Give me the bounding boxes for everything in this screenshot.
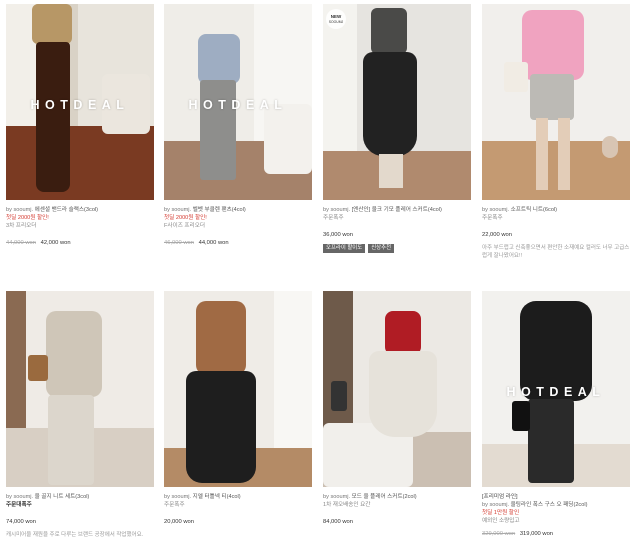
original-price: 46,000 won xyxy=(164,240,194,247)
hotdeal-overlay: HOTDEAL xyxy=(188,98,288,112)
product-name[interactable]: by sooumj. 에센셜 밴드라 슬랙스(3col) xyxy=(6,206,154,214)
product-image[interactable] xyxy=(164,291,312,487)
product-image[interactable] xyxy=(6,291,154,487)
brand-label: by sooumj. xyxy=(482,502,510,509)
product-card[interactable]: by sooumj. 지엘 터틀넥 티(4col) 주문폭주 20,000 wo… xyxy=(164,291,312,527)
original-price: 44,000 won xyxy=(6,240,36,247)
hotdeal-overlay: HOTDEAL xyxy=(30,98,130,112)
price-row: 36,000 won xyxy=(323,231,471,239)
product-name[interactable]: by sooumj. 모드 울 플레어 스커트(2col) xyxy=(323,493,471,501)
product-image[interactable]: HOTDEAL xyxy=(164,4,312,200)
product-grid: HOTDEAL by sooumj. 에센셜 밴드라 슬랙스(3col) 첫딜 … xyxy=(0,0,640,549)
product-name[interactable]: by sooumj. [엔산인] 울크 기모 플레어 스커트(4col) xyxy=(323,206,471,214)
product-image[interactable] xyxy=(323,291,471,487)
brand-label: by sooumj. xyxy=(323,207,351,213)
product-desc: 주문폭주 xyxy=(164,502,185,509)
product-note: 아주 부드럽고 신축좋으면서 편안한 소재예요 컬러도 너무 고급스럽게 잘나왔… xyxy=(482,244,630,259)
product-image[interactable]: NEW SOOUMJ xyxy=(323,4,471,200)
product-name[interactable]: by sooumj. 지엘 터틀넥 티(4col) xyxy=(164,493,312,501)
price-row: 22,000 won xyxy=(482,231,630,239)
product-name[interactable]: by sooumj. 울 골지 니트 세트(3col) xyxy=(6,493,154,501)
brand-label: by sooumj. xyxy=(6,494,34,500)
promo-text: 첫딜 2000원 할인! xyxy=(164,215,207,222)
product-card[interactable]: HOTDEAL [프리미엄 라인] by sooumj. 울팅라인 폭스 구스 … xyxy=(482,291,630,539)
product-note: 캐시미어울 재원을 주로 다루는 브랜드 공장에서 작업했어요. xyxy=(6,531,144,538)
product-image[interactable] xyxy=(482,4,630,200)
svg-text:SOOUMJ: SOOUMJ xyxy=(329,20,344,24)
promo-text: 첫딜 2000원 할인! xyxy=(6,215,49,222)
product-name-link[interactable]: [엔산인] 울크 기모 플레어 스커트(4col) xyxy=(352,207,442,213)
product-name[interactable]: [프리미엄 라인] by sooumj. 울팅라인 폭스 구스 오 패딩(2co… xyxy=(482,493,630,509)
product-card[interactable]: HOTDEAL by sooumj. 벨벳 부클렌 팬츠(4col) 첫딜 20… xyxy=(164,4,312,248)
product-card[interactable]: HOTDEAL by sooumj. 에센셜 밴드라 슬랙스(3col) 첫딜 … xyxy=(6,4,154,248)
tag-badge: 신상추천 xyxy=(368,243,395,254)
product-name-link[interactable]: 울팅라인 폭스 구스 오 패딩(2col) xyxy=(511,502,588,508)
product-image[interactable]: HOTDEAL xyxy=(482,291,630,487)
sale-price: 20,000 won xyxy=(164,519,194,526)
svg-text:NEW: NEW xyxy=(331,14,342,19)
product-name[interactable]: by sooumj. 벨벳 부클렌 팬츠(4col) xyxy=(164,206,312,214)
product-desc: 1차 재오배송인 요간 xyxy=(323,502,371,509)
product-name-link[interactable]: 벨벳 부클렌 팬츠(4col) xyxy=(193,207,246,213)
sale-price: 319,000 won xyxy=(519,531,554,538)
brand-label: by sooumj. xyxy=(164,207,192,213)
sale-price: 74,000 won xyxy=(6,519,36,526)
product-name-link[interactable]: 에센셜 밴드라 슬랙스(3col) xyxy=(35,207,98,213)
product-card[interactable]: by sooumj. 모드 울 플레어 스커트(2col) 1차 재오배송인 요… xyxy=(323,291,471,527)
product-name-link[interactable]: 울 골지 니트 세트(3col) xyxy=(35,494,90,500)
product-card[interactable]: NEW SOOUMJ by sooumj. [엔산인] 울크 기모 플레어 스커트… xyxy=(323,4,471,254)
price-row: 46,000 won 44,000 won xyxy=(164,239,312,247)
sale-price: 36,000 won xyxy=(323,232,353,239)
sale-price: 42,000 won xyxy=(40,240,71,247)
tag-list: 오프라이 할이도 신상추천 xyxy=(323,243,471,254)
product-name-link[interactable]: 모드 울 플레어 스커트(2col) xyxy=(352,494,417,500)
product-desc: 주문폭주 xyxy=(323,215,344,222)
tag-badge: 오프라이 할이도 xyxy=(323,243,366,254)
sale-price: 44,000 won xyxy=(198,240,229,247)
product-desc: F사이즈 프리오더 xyxy=(164,223,205,230)
product-desc: 예외인 소량입고 xyxy=(482,518,520,525)
hotdeal-overlay: HOTDEAL xyxy=(506,385,606,399)
promo-text: 첫딜 1만원 할인 xyxy=(482,510,520,517)
brand-label: by sooumj. xyxy=(164,494,192,500)
product-name[interactable]: by sooumj. 소프트틱 니트(6col) xyxy=(482,206,630,214)
product-image[interactable]: HOTDEAL xyxy=(6,4,154,200)
original-price: 329,000 won xyxy=(482,531,516,538)
product-desc: 주문폭주 xyxy=(482,215,503,222)
brand-label: by sooumj. xyxy=(323,494,351,500)
price-row: 44,000 won 42,000 won xyxy=(6,239,154,247)
brand-label: by sooumj. xyxy=(6,207,34,213)
sale-price: 84,000 won xyxy=(323,519,353,526)
product-card[interactable]: by sooumj. 울 골지 니트 세트(3col) 주문대폭주 74,000… xyxy=(6,291,154,539)
premium-line-label: [프리미엄 라인] xyxy=(482,494,518,500)
product-name-link[interactable]: 소프트틱 니트(6col) xyxy=(511,207,557,213)
brand-label: by sooumj. xyxy=(482,207,510,213)
product-card[interactable]: by sooumj. 소프트틱 니트(6col) 주문폭주 22,000 won… xyxy=(482,4,630,260)
sale-price: 22,000 won xyxy=(482,232,512,239)
new-badge: NEW SOOUMJ xyxy=(325,8,347,30)
price-row: 84,000 won xyxy=(323,518,471,526)
price-row: 74,000 won xyxy=(6,518,154,526)
price-row: 329,000 won 319,000 won xyxy=(482,530,630,538)
product-name-link[interactable]: 지엘 터틀넥 티(4col) xyxy=(193,494,241,500)
price-row: 20,000 won xyxy=(164,518,312,526)
product-desc: 3차 프리오더 xyxy=(6,223,37,230)
product-desc: 주문대폭주 xyxy=(6,502,32,509)
